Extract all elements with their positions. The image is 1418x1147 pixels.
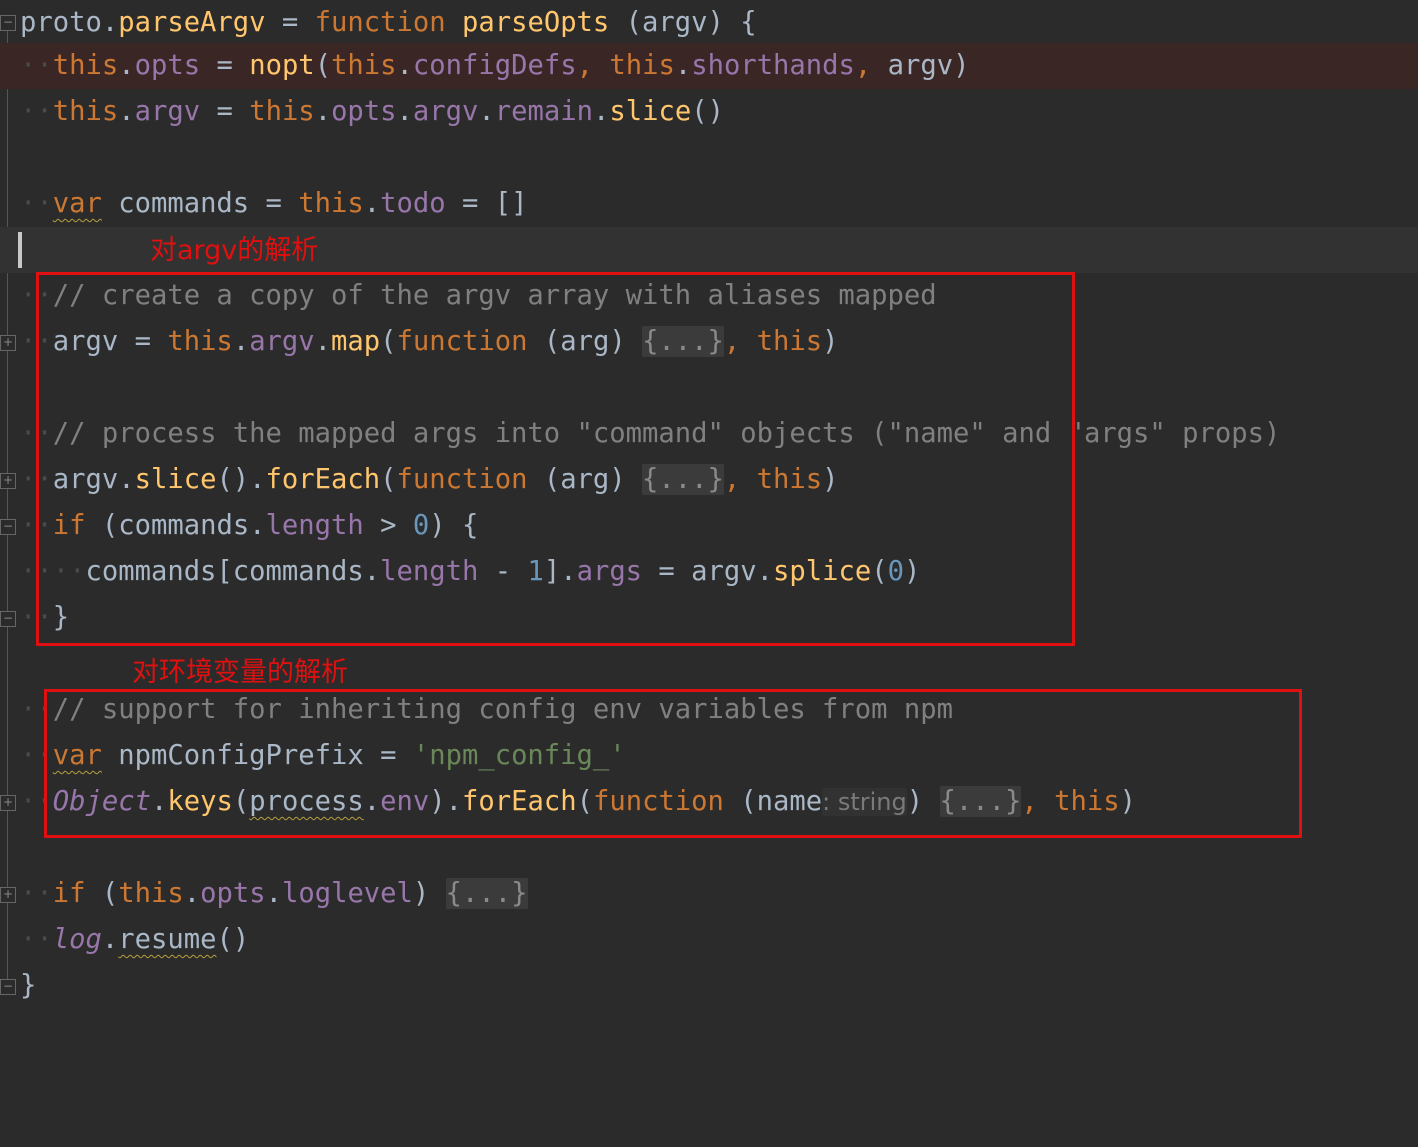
- token: (): [691, 96, 724, 127]
- token: remain: [494, 96, 593, 127]
- token: opts: [200, 878, 266, 909]
- token: =: [200, 50, 250, 81]
- code-line-21[interactable]: ··log.resume(): [0, 917, 1418, 963]
- token: function: [314, 7, 446, 38]
- token: }: [20, 970, 37, 1001]
- token: this: [331, 50, 397, 81]
- token: .: [101, 924, 119, 955]
- token: this: [298, 188, 364, 219]
- token: if: [52, 878, 86, 909]
- token: parseArgv: [118, 7, 266, 38]
- token: commands =: [101, 188, 299, 219]
- token: .: [674, 50, 692, 81]
- fold-end-icon[interactable]: −: [0, 611, 16, 627]
- token: opts: [331, 96, 397, 127]
- token: argv: [412, 96, 479, 127]
- token: ): [412, 878, 446, 909]
- code-editor[interactable]: − proto.parseArgv = function parseOpts (…: [0, 0, 1418, 1015]
- token: =: [200, 96, 250, 127]
- token: this: [609, 50, 675, 81]
- annotation-env-label: 对环境变量的解析: [132, 657, 348, 688]
- token: argv: [134, 96, 201, 127]
- token: this: [118, 878, 184, 909]
- token: (argv) {: [609, 7, 757, 38]
- token: .: [265, 878, 282, 909]
- fold-expand-icon[interactable]: +: [0, 473, 16, 489]
- token: nopt: [249, 50, 315, 81]
- token: shorthands: [691, 50, 855, 81]
- token: ,: [854, 50, 888, 81]
- code-line-2[interactable]: ··this.opts = nopt(this.configDefs, this…: [0, 43, 1418, 89]
- token: .: [478, 96, 495, 127]
- fold-collapse-icon[interactable]: −: [0, 15, 16, 31]
- token: parseOpts: [461, 7, 610, 38]
- indent: ··: [20, 50, 53, 81]
- annotation-box-env: [44, 689, 1302, 838]
- token: proto: [20, 7, 102, 38]
- token: (: [314, 50, 332, 81]
- token: configDefs: [412, 50, 577, 81]
- code-line-22[interactable]: − }: [0, 963, 1418, 1009]
- token: .: [396, 50, 413, 81]
- token: this: [249, 96, 315, 127]
- token: this: [52, 96, 119, 127]
- token: loglevel: [281, 878, 413, 909]
- token: .: [101, 7, 119, 38]
- token: ,: [576, 50, 610, 81]
- fold-expand-icon[interactable]: +: [0, 795, 16, 811]
- token: .: [118, 96, 135, 127]
- token: .: [363, 188, 381, 219]
- token: (: [85, 878, 119, 909]
- token: .: [118, 50, 135, 81]
- token: resume: [118, 924, 217, 955]
- code-line-3[interactable]: ··this.argv = this.opts.argv.remain.slic…: [0, 89, 1418, 135]
- fold-collapse-icon[interactable]: −: [0, 519, 16, 535]
- token: =: [265, 7, 315, 38]
- token: todo: [380, 188, 446, 219]
- fold-expand-icon[interactable]: +: [0, 335, 16, 351]
- code-line-5[interactable]: ··var commands = this.todo = []: [0, 181, 1418, 227]
- token: opts: [134, 50, 201, 81]
- fold-expand-icon[interactable]: +: [0, 887, 16, 903]
- token: .: [593, 96, 610, 127]
- annotation-argv-label: 对argv的解析: [150, 235, 319, 266]
- token: this: [52, 50, 119, 81]
- indent: ··: [20, 878, 53, 909]
- folded-region[interactable]: {...}: [445, 878, 528, 909]
- indent: ··: [20, 96, 53, 127]
- code-line-1[interactable]: − proto.parseArgv = function parseOpts (…: [0, 0, 1418, 46]
- indent: ··: [20, 924, 53, 955]
- token: .: [314, 96, 332, 127]
- token: .: [183, 878, 201, 909]
- token: = []: [445, 188, 528, 219]
- token: .: [396, 96, 413, 127]
- annotation-box-argv: [36, 272, 1075, 646]
- token: argv): [887, 50, 970, 81]
- fold-end-icon[interactable]: −: [0, 979, 16, 995]
- code-line-20[interactable]: + ··if (this.opts.loglevel) {...}: [0, 871, 1418, 917]
- token: (): [216, 924, 250, 955]
- token: slice: [609, 96, 692, 127]
- token: var: [52, 188, 102, 219]
- token: log: [52, 924, 102, 955]
- text-caret: [18, 232, 22, 268]
- indent: ··: [20, 188, 53, 219]
